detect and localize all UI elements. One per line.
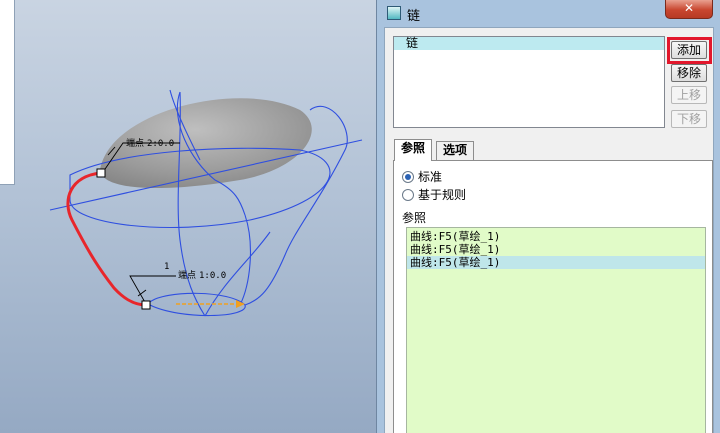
selected-chain-curve[interactable] bbox=[66, 171, 147, 307]
radio-standard-label: 标准 bbox=[418, 170, 443, 184]
radio-button-icon bbox=[402, 189, 414, 201]
3d-viewport[interactable]: 端点 2:0.0 端点 1:0.0 1 bbox=[0, 0, 376, 433]
endpoint-handle-top[interactable] bbox=[96, 168, 106, 178]
references-tab-panel: 标准 基于规则 参照 曲线:F5(草绘_1) 曲线:F5(草绘_1) 曲线:F5… bbox=[393, 160, 713, 433]
references-label: 参照 bbox=[402, 211, 427, 225]
dialog-window-icon bbox=[387, 6, 401, 20]
references-list[interactable]: 曲线:F5(草绘_1) 曲线:F5(草绘_1) 曲线:F5(草绘_1) bbox=[406, 227, 706, 433]
radio-rule-based-label: 基于规则 bbox=[418, 188, 467, 202]
tab-references[interactable]: 参照 bbox=[394, 139, 433, 161]
add-button[interactable]: 添加 bbox=[671, 41, 707, 59]
model-scene[interactable]: 端点 2:0.0 端点 1:0.0 1 bbox=[0, 0, 376, 433]
remove-button[interactable]: 移除 bbox=[671, 64, 707, 82]
dim-label-top[interactable]: 端点 2:0.0 bbox=[126, 137, 174, 149]
move-up-button[interactable]: 上移 bbox=[671, 86, 707, 104]
radio-standard[interactable]: 标准 bbox=[402, 169, 442, 185]
dialog-client-area: 链 添加 移除 上移 下移 参照 选项 标准 基于规则 参照 曲线:F5(草绘_… bbox=[384, 27, 714, 433]
radio-button-icon bbox=[402, 171, 414, 183]
chain-dialog: 链 ✕ 链 添加 移除 上移 下移 参照 选项 标准 基于规则 参照 曲线:F5… bbox=[376, 0, 720, 433]
reference-item[interactable]: 曲线:F5(草绘_1) bbox=[407, 243, 705, 256]
dialog-title: 链 bbox=[407, 9, 421, 24]
dialog-titlebar[interactable]: 链 ✕ bbox=[377, 0, 720, 26]
dim-label-bottom-index: 1 bbox=[164, 262, 169, 272]
dim-label-bottom[interactable]: 端点 1:0.0 bbox=[178, 269, 226, 281]
close-button[interactable]: ✕ bbox=[665, 0, 713, 19]
reference-item[interactable]: 曲线:F5(草绘_1) bbox=[407, 256, 705, 269]
chain-list-item[interactable]: 链 bbox=[394, 37, 664, 50]
reference-item[interactable]: 曲线:F5(草绘_1) bbox=[407, 230, 705, 243]
chain-list[interactable]: 链 bbox=[393, 36, 665, 128]
tab-options[interactable]: 选项 bbox=[436, 141, 475, 160]
endpoint-handle-bottom[interactable] bbox=[141, 300, 151, 310]
move-down-button[interactable]: 下移 bbox=[671, 110, 707, 128]
radio-rule-based[interactable]: 基于规则 bbox=[402, 187, 466, 203]
